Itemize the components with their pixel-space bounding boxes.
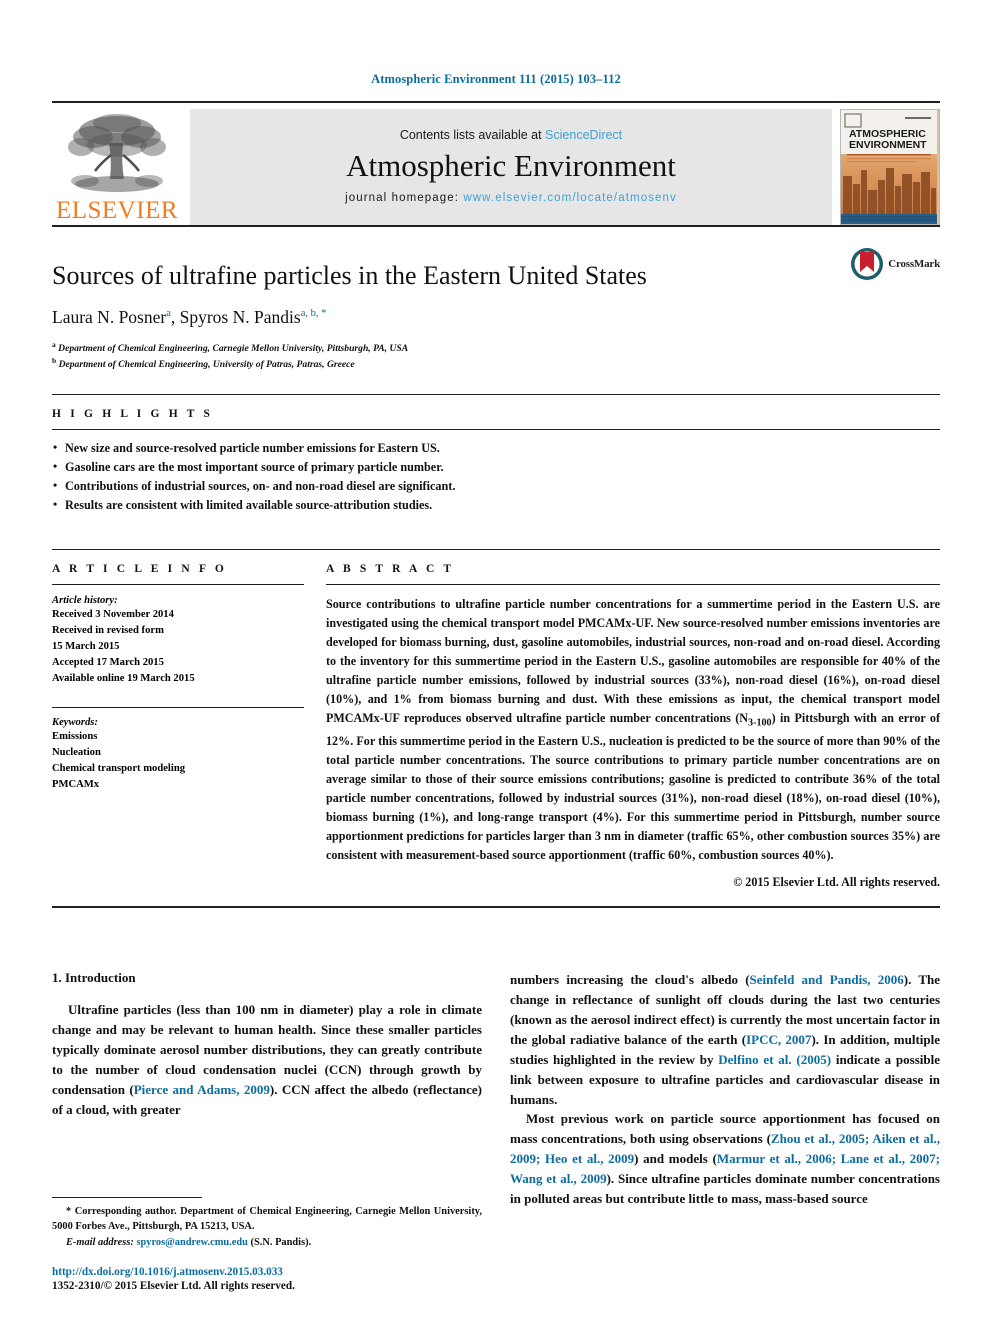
journal-cover-thumbnail[interactable]: ATMOSPHERIC ENVIRONMENT bbox=[840, 109, 940, 225]
intro-right2-text-b: ) and models ( bbox=[634, 1151, 717, 1167]
history-line: Available online 19 March 2015 bbox=[52, 673, 195, 685]
author-name-1: Laura N. Posner bbox=[52, 306, 167, 327]
svg-text:ENVIRONMENT: ENVIRONMENT bbox=[849, 139, 927, 151]
history-line: 15 March 2015 bbox=[52, 640, 120, 652]
email-note: E-mail address: spyros@andrew.cmu.edu (S… bbox=[52, 1235, 482, 1251]
body-column-right: numbers increasing the cloud's albedo (S… bbox=[510, 970, 940, 1291]
sciencedirect-link[interactable]: ScienceDirect bbox=[545, 128, 622, 142]
keyword-item: Chemical transport modeling bbox=[52, 763, 186, 775]
affiliation-b: b Department of Chemical Engineering, Un… bbox=[52, 356, 940, 372]
section-heading-introduction: 1. Introduction bbox=[52, 970, 136, 986]
keyword-item: Emissions bbox=[52, 731, 98, 743]
corresponding-author-note: * Corresponding author. Department of Ch… bbox=[52, 1204, 482, 1235]
abstract-column: A B S T R A C T Source contributions to … bbox=[326, 550, 940, 891]
article-history-block: Article history: Received 3 November 201… bbox=[52, 585, 304, 687]
elsevier-tree-icon bbox=[68, 114, 166, 192]
citation-link[interactable]: Delfino et al. (2005) bbox=[718, 1052, 831, 1067]
cover-artwork-icon: ATMOSPHERIC ENVIRONMENT bbox=[841, 110, 937, 224]
article-info-column: A R T I C L E I N F O Article history: R… bbox=[52, 550, 304, 891]
crossmark-label: CrossMark bbox=[888, 258, 940, 270]
history-line: Accepted 17 March 2015 bbox=[52, 656, 164, 668]
corresponding-marker: * bbox=[66, 1205, 72, 1217]
citation-link[interactable]: Seinfeld and Pandis, 2006 bbox=[750, 972, 904, 987]
keywords-label: Keywords: bbox=[52, 717, 98, 729]
issn-copyright: 1352-2310/© 2015 Elsevier Ltd. All right… bbox=[52, 1279, 295, 1292]
abstract-heading: A B S T R A C T bbox=[326, 562, 455, 575]
footnote-rule bbox=[52, 1196, 202, 1198]
journal-banner: ELSEVIER Contents lists available at Sci… bbox=[52, 101, 940, 225]
crossmark-badge[interactable]: CrossMark bbox=[850, 247, 940, 281]
affiliation-b-text: Department of Chemical Engineering, Univ… bbox=[58, 359, 355, 371]
keyword-item: Nucleation bbox=[52, 747, 101, 759]
author-1-affiliation-marker[interactable]: a bbox=[166, 308, 171, 319]
affiliation-b-marker: b bbox=[52, 355, 57, 365]
affiliation-a-marker: a bbox=[52, 339, 56, 349]
author-2-affiliation-marker[interactable]: a, b, * bbox=[301, 308, 327, 319]
keywords-block: Keywords: Emissions Nucleation Chemical … bbox=[52, 708, 304, 793]
journal-title: Atmospheric Environment bbox=[346, 147, 676, 183]
contents-prefix: Contents lists available at bbox=[399, 127, 546, 142]
article-page: Atmospheric Environment 111 (2015) 103–1… bbox=[0, 0, 992, 1323]
affiliation-a: a Department of Chemical Engineering, Ca… bbox=[52, 340, 940, 356]
affiliation-a-text: Department of Chemical Engineering, Carn… bbox=[58, 343, 409, 355]
abstract-subscript: 3-100 bbox=[748, 717, 772, 729]
page-title: Sources of ultrafine particles in the Ea… bbox=[52, 261, 647, 290]
email-owner: (S.N. Pandis). bbox=[250, 1236, 312, 1248]
abstract-part-2: ) in Pittsburgh with an error of 12%. Fo… bbox=[326, 711, 940, 863]
keyword-item: PMCAMx bbox=[52, 779, 100, 791]
abstract-body: Source contributions to ultrafine partic… bbox=[326, 585, 940, 891]
article-info-heading: A R T I C L E I N F O bbox=[52, 562, 227, 575]
author-list: Laura N. Posnera, Spyros N. Pandisa, b, … bbox=[52, 306, 327, 327]
crossmark-icon bbox=[851, 248, 884, 280]
article-body: 1. Introduction Ultrafine particles (les… bbox=[52, 970, 940, 1292]
email-label: E-mail address: bbox=[66, 1236, 134, 1248]
corresponding-text: Corresponding author. Department of Chem… bbox=[52, 1205, 482, 1233]
journal-homepage-line: journal homepage: www.elsevier.com/locat… bbox=[345, 192, 677, 204]
elsevier-wordmark: ELSEVIER bbox=[55, 197, 179, 224]
doi-block: http://dx.doi.org/10.1016/j.atmosenv.201… bbox=[52, 1266, 482, 1292]
list-item: Results are consistent with limited avai… bbox=[52, 495, 940, 515]
abstract-copyright: © 2015 Elsevier Ltd. All rights reserved… bbox=[733, 875, 940, 890]
abstract-bottom-rule bbox=[52, 906, 940, 909]
body-column-left: 1. Introduction Ultrafine particles (les… bbox=[52, 970, 482, 1292]
intro-right-text-a: numbers increasing the cloud's albedo ( bbox=[510, 972, 750, 988]
paragraph: numbers increasing the cloud's albedo (S… bbox=[510, 970, 940, 1109]
contents-available-line: Contents lists available at ScienceDirec… bbox=[400, 128, 622, 142]
list-item: Contributions of industrial sources, on-… bbox=[52, 476, 940, 496]
paragraph: Most previous work on particle source ap… bbox=[510, 1109, 940, 1208]
history-line: Received 3 November 2014 bbox=[52, 608, 174, 620]
history-line: Received in revised form bbox=[52, 624, 164, 636]
abstract-text: Source contributions to ultrafine partic… bbox=[326, 595, 940, 866]
journal-homepage-link[interactable]: www.elsevier.com/locate/atmosenv bbox=[463, 192, 677, 204]
abstract-part-1: Source contributions to ultrafine partic… bbox=[326, 596, 940, 726]
highlights-heading: H I G H L I G H T S bbox=[52, 408, 214, 421]
citation-link[interactable]: IPCC, 2007 bbox=[746, 1032, 811, 1047]
citation-link[interactable]: Pierce and Adams, 2009 bbox=[134, 1082, 270, 1097]
list-item: Gasoline cars are the most important sou… bbox=[52, 457, 940, 477]
homepage-prefix: journal homepage: bbox=[345, 192, 464, 205]
title-block: CrossMark Sources of ultrafine particles… bbox=[52, 227, 940, 372]
info-abstract-section: A R T I C L E I N F O Article history: R… bbox=[52, 550, 940, 891]
banner-center: Contents lists available at ScienceDirec… bbox=[190, 109, 832, 225]
email-link[interactable]: spyros@andrew.cmu.edu bbox=[136, 1237, 247, 1248]
highlights-list: New size and source-resolved particle nu… bbox=[52, 430, 940, 527]
highlights-section: H I G H L I G H T S New size and source-… bbox=[52, 395, 940, 527]
list-item: New size and source-resolved particle nu… bbox=[52, 438, 940, 458]
article-history-label: Article history: bbox=[52, 594, 118, 606]
doi-link[interactable]: http://dx.doi.org/10.1016/j.atmosenv.201… bbox=[52, 1266, 482, 1278]
elsevier-logo: ELSEVIER bbox=[52, 109, 182, 225]
paragraph: Ultrafine particles (less than 100 nm in… bbox=[52, 1000, 482, 1119]
running-head: Atmospheric Environment 111 (2015) 103–1… bbox=[371, 72, 621, 86]
footnote-block: * Corresponding author. Department of Ch… bbox=[52, 1196, 482, 1292]
author-name-2: Spyros N. Pandis bbox=[179, 306, 301, 327]
